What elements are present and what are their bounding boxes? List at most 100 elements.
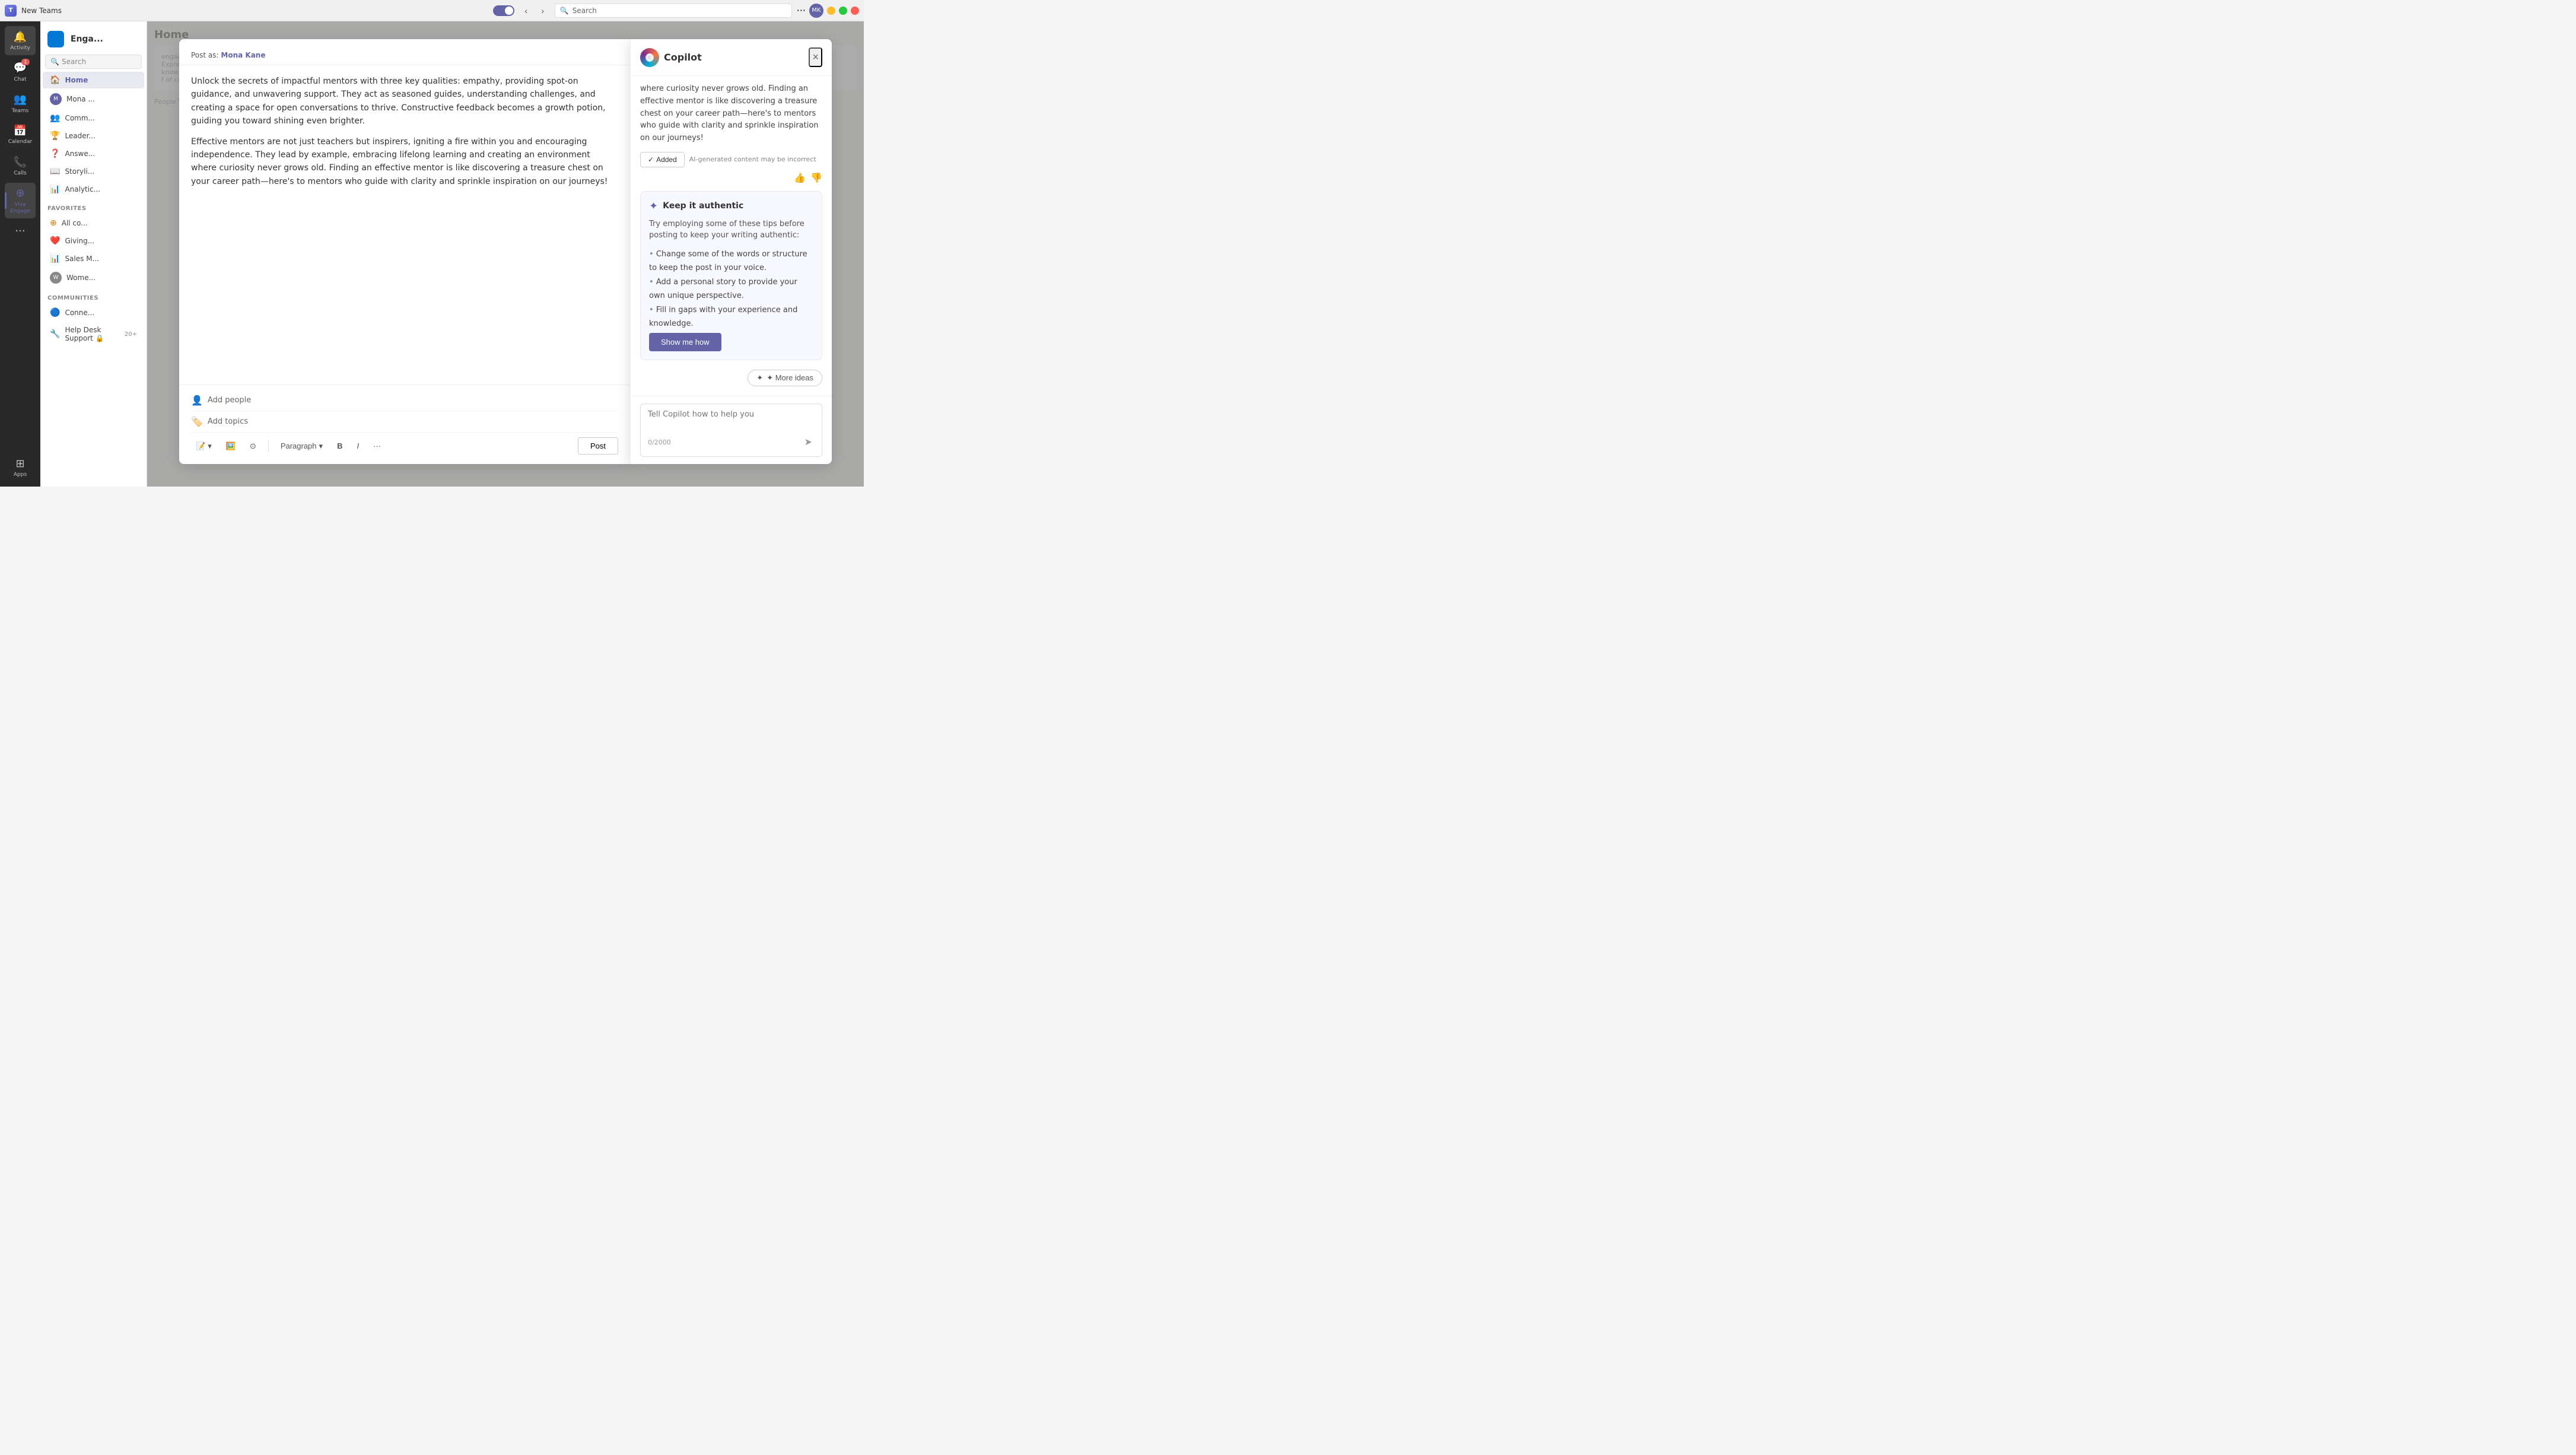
copilot-input-footer: 0/2000 ➤: [648, 434, 815, 450]
panel-item-helpdesk[interactable]: 🔧 Help Desk Support 🔒 20+: [43, 322, 144, 346]
sidebar-item-apps[interactable]: ⊞ Apps: [5, 453, 36, 482]
panel-item-giving[interactable]: ❤️ Giving...: [43, 233, 144, 249]
panel-item-all-co[interactable]: ⊕ All co...: [43, 215, 144, 231]
forward-button[interactable]: ›: [536, 4, 550, 18]
tips-list: Change some of the words or structure to…: [649, 247, 813, 331]
user-avatar[interactable]: MK: [809, 4, 823, 18]
panel-item-sales[interactable]: 📊 Sales M...: [43, 250, 144, 267]
home-icon: 🏠: [50, 75, 60, 85]
calendar-icon: 📅: [13, 123, 27, 138]
add-people-icon: 👤: [191, 395, 203, 406]
post-as-name[interactable]: Mona Kane: [221, 51, 265, 59]
italic-label: I: [357, 441, 359, 450]
more-ideas-button[interactable]: ✦ ✦ More ideas: [748, 370, 822, 386]
back-button[interactable]: ‹: [519, 4, 533, 18]
sidebar-item-calls[interactable]: 📞 Calls: [5, 151, 36, 180]
post-as-label: Post as: Mona Kane: [191, 51, 266, 59]
panel-item-mona[interactable]: M Mona ...: [43, 90, 144, 109]
more-options-icon[interactable]: ···: [797, 5, 806, 16]
copilot-input[interactable]: [648, 410, 815, 428]
image-button[interactable]: 🖼️: [221, 439, 240, 453]
panel-item-label-storylines: Storyli...: [65, 167, 94, 176]
panel-item-leadership[interactable]: 🏆 Leader...: [43, 128, 144, 144]
title-bar-actions: ··· MK: [797, 4, 859, 18]
added-label: Added: [656, 155, 677, 164]
close-button[interactable]: [851, 7, 859, 15]
viva-engage-icon: ⊕: [13, 186, 27, 201]
more-ideas-label: ✦ More ideas: [767, 373, 813, 383]
bold-button[interactable]: B: [332, 439, 347, 453]
sidebar-item-teams[interactable]: 👥 Teams: [5, 89, 36, 118]
copilot-generated-text: where curiosity never grows old. Finding…: [640, 83, 822, 145]
post-button[interactable]: Post: [578, 437, 618, 455]
panel-item-analytics[interactable]: 📊 Analytic...: [43, 181, 144, 198]
panel-header: Enga...: [40, 26, 147, 52]
panel-item-home[interactable]: 🏠 Home: [43, 72, 144, 88]
copilot-input-box: 0/2000 ➤: [640, 404, 822, 457]
copilot-close-button[interactable]: ×: [809, 47, 822, 67]
engage-logo: [47, 31, 64, 47]
apps-icon: ⊞: [13, 456, 27, 471]
bold-label: B: [337, 441, 342, 450]
conne-icon: 🔵: [50, 308, 60, 317]
paragraph-label: Paragraph: [281, 441, 317, 450]
copilot-title: Copilot: [664, 52, 702, 63]
edit-button[interactable]: 📝 ▾: [191, 439, 217, 453]
edit-chevron: ▾: [208, 441, 212, 451]
copilot-header: Copilot ×: [631, 39, 832, 76]
panel-item-women[interactable]: W Wome...: [43, 268, 144, 287]
more-ideas-icon: ✦: [756, 373, 763, 383]
sidebar-item-more[interactable]: ···: [5, 221, 36, 242]
add-topics-row[interactable]: 🏷️ Add topics: [191, 411, 618, 433]
sidebar-label-apps: Apps: [14, 472, 27, 478]
panel-item-label-conne: Conne...: [65, 309, 94, 317]
sidebar-label-chat: Chat: [14, 77, 26, 83]
add-people-row[interactable]: 👤 Add people: [191, 390, 618, 411]
post-as-text: Post as:: [191, 51, 219, 59]
copilot-actions: ✓ Added AI-generated content may be inco…: [640, 152, 822, 184]
title-bar: T New Teams ‹ › 🔍 Search ··· MK: [0, 0, 864, 21]
right-content: Home engage with people across... Expres…: [147, 21, 864, 487]
added-button[interactable]: ✓ Added: [640, 152, 685, 167]
panel-item-label-home: Home: [65, 76, 88, 84]
thumbs-down-button[interactable]: 👎: [810, 172, 822, 184]
paragraph-button[interactable]: Paragraph ▾: [276, 439, 327, 453]
search-placeholder: Search: [573, 7, 597, 15]
sidebar-label-teams: Teams: [12, 108, 28, 115]
emoji-button[interactable]: ⊙: [245, 439, 261, 453]
char-count: 0/2000: [648, 439, 671, 446]
teams-icon: 👥: [13, 93, 27, 107]
toolbar-divider: [268, 440, 269, 452]
panel-item-conne[interactable]: 🔵 Conne...: [43, 304, 144, 321]
sidebar-item-activity[interactable]: 🔔 Activity: [5, 26, 36, 55]
analytics-icon: 📊: [50, 185, 60, 194]
more-toolbar-button[interactable]: ···: [368, 439, 386, 453]
app-logo: T: [5, 5, 17, 17]
sparkle-icon: ✦: [649, 200, 658, 212]
nav-buttons: ‹ ›: [519, 4, 550, 18]
panel-item-answers[interactable]: ❓ Answe...: [43, 145, 144, 162]
panel-search[interactable]: 🔍 Search: [45, 55, 142, 69]
thumbs-up-button[interactable]: 👍: [794, 172, 806, 184]
feedback-buttons: 👍 👎: [794, 172, 822, 184]
sidebar-item-viva-engage[interactable]: ⊕ Viva Engage: [5, 183, 36, 218]
show-me-how-button[interactable]: Show me how: [649, 333, 721, 351]
send-button[interactable]: ➤: [802, 434, 815, 450]
sidebar-label-viva-engage: Viva Engage: [7, 202, 33, 215]
panel-item-communities[interactable]: 👥 Comm...: [43, 110, 144, 126]
minimize-button[interactable]: [827, 7, 835, 15]
ai-disclaimer: AI-generated content may be incorrect: [689, 155, 816, 163]
new-teams-toggle[interactable]: [493, 5, 514, 16]
panel-item-storylines[interactable]: 📖 Storyli...: [43, 163, 144, 180]
app-layout: 🔔 Activity 💬 1 Chat 👥 Teams 📅 Calendar 📞…: [0, 21, 864, 487]
copilot-logo: Copilot: [640, 48, 702, 67]
global-search-bar[interactable]: 🔍 Search: [555, 4, 792, 18]
maximize-button[interactable]: [839, 7, 847, 15]
panel-search-text: Search: [62, 58, 86, 66]
checkmark-icon: ✓: [648, 155, 654, 164]
italic-button[interactable]: I: [352, 439, 364, 453]
sidebar-item-chat[interactable]: 💬 1 Chat: [5, 58, 36, 87]
sidebar-item-calendar[interactable]: 📅 Calendar: [5, 120, 36, 149]
post-body[interactable]: Unlock the secrets of impactful mentors …: [179, 65, 630, 385]
leadership-icon: 🏆: [50, 131, 60, 141]
